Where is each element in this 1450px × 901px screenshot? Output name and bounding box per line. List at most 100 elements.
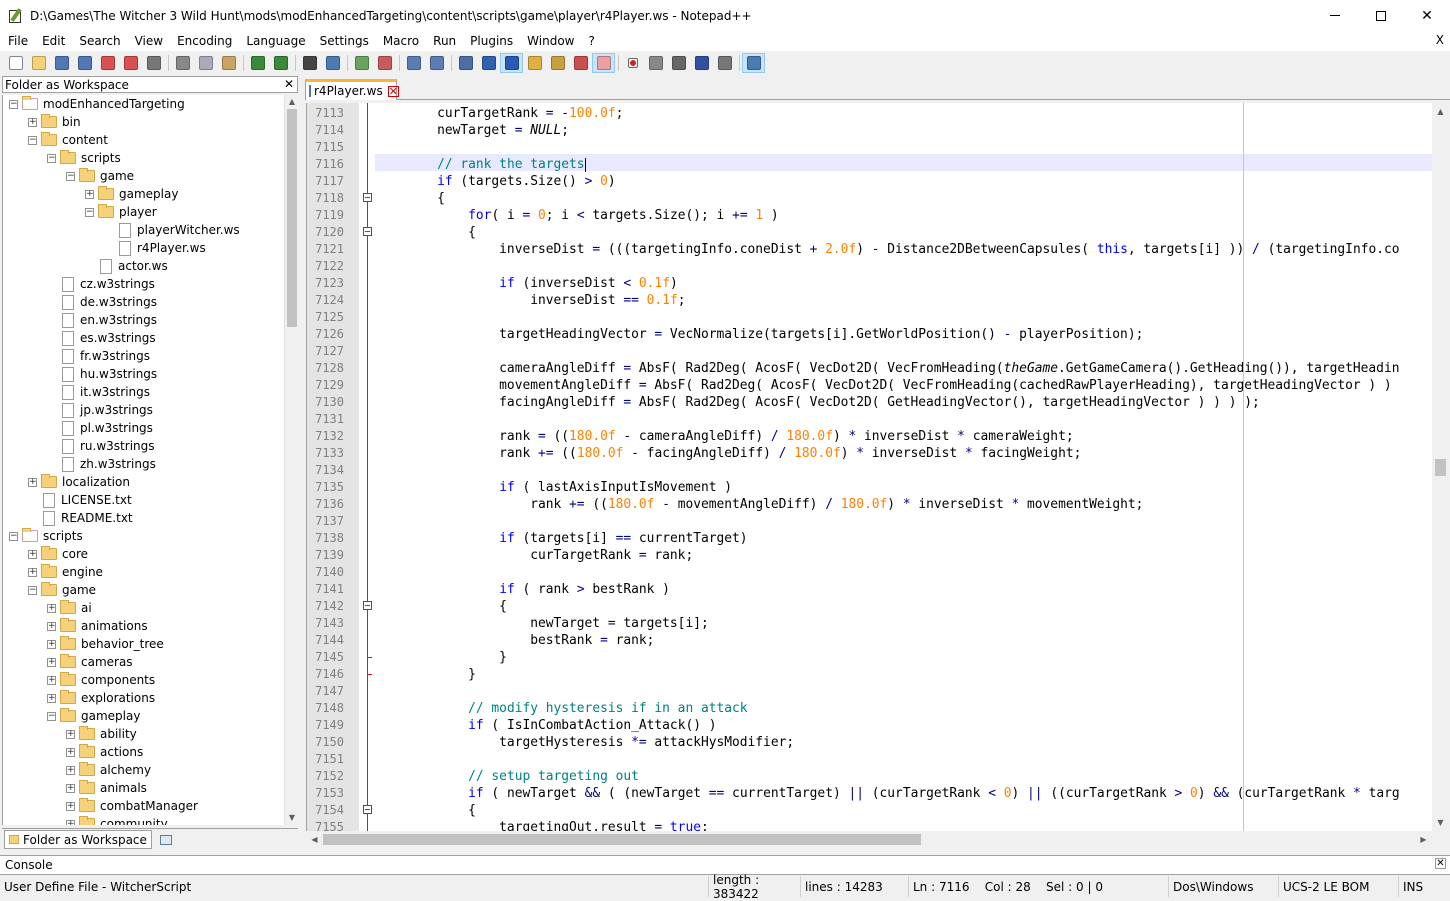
close-document-button[interactable]: X — [1436, 33, 1444, 47]
panel-close-button[interactable]: ✕ — [284, 77, 294, 91]
tree-item-readme-txt[interactable]: README.txt — [28, 509, 133, 527]
expand-icon[interactable]: + — [66, 765, 75, 775]
word-wrap-button[interactable] — [454, 53, 477, 73]
tree-item-core[interactable]: + core — [28, 545, 88, 563]
maximize-button[interactable] — [1358, 0, 1404, 31]
tree-scrollbar[interactable]: ▲ ▼ — [284, 95, 298, 825]
code-line[interactable]: // rank the targets — [375, 156, 586, 173]
undo-button[interactable] — [246, 53, 269, 73]
tree-item-playerwitcher-ws[interactable]: playerWitcher.ws — [104, 221, 240, 239]
tree-item-actions[interactable]: + actions — [66, 743, 143, 761]
expand-icon[interactable]: + — [66, 729, 75, 739]
collapse-icon[interactable]: − — [47, 711, 56, 721]
code-editor[interactable]: 7113 7114 7115 7116 7117 7118 7119 7120 7121 7122… — [306, 103, 1432, 831]
code-line[interactable]: // setup targeting out — [375, 768, 639, 785]
tab-r4player[interactable]: r4Player.ws ✕ — [305, 79, 399, 100]
collapse-icon[interactable]: − — [66, 171, 75, 181]
document-map-button[interactable] — [546, 53, 569, 73]
scroll-down-icon[interactable]: ▼ — [1432, 814, 1449, 831]
menu-window[interactable]: Window — [519, 34, 580, 48]
expand-icon[interactable]: + — [28, 477, 37, 487]
menu-help[interactable]: ? — [580, 34, 600, 48]
stop-macro-button[interactable] — [644, 53, 667, 73]
menu-view[interactable]: View — [127, 34, 169, 48]
tree-item-de-w3strings[interactable]: de.w3strings — [47, 293, 157, 311]
tree-item-cz-w3strings[interactable]: cz.w3strings — [47, 275, 155, 293]
collapse-icon[interactable]: − — [28, 585, 37, 595]
tab-function-list[interactable] — [156, 831, 176, 849]
tree-item-explorations[interactable]: + explorations — [47, 689, 155, 707]
find-button[interactable] — [298, 53, 321, 73]
expand-icon[interactable]: + — [66, 747, 75, 757]
expand-icon[interactable]: + — [85, 189, 94, 199]
tree-item-alchemy[interactable]: + alchemy — [66, 761, 151, 779]
code-line[interactable]: { — [375, 598, 507, 615]
editor-horizontal-scrollbar[interactable]: ◀ ▶ — [306, 831, 1432, 848]
menu-search[interactable]: Search — [71, 34, 126, 48]
tree-item-player[interactable]: − player — [85, 203, 157, 221]
tree-item-r4player-ws[interactable]: r4Player.ws — [104, 239, 206, 257]
minimize-button[interactable] — [1312, 0, 1358, 31]
scroll-right-icon[interactable]: ▶ — [1415, 831, 1432, 848]
tree-item-gameplay[interactable]: + gameplay — [85, 185, 178, 203]
code-line[interactable]: rank = ((180.0f - cameraAngleDiff) / 180… — [375, 428, 1073, 445]
collapse-icon[interactable]: − — [85, 207, 94, 217]
tree-item-pl-w3strings[interactable]: pl.w3strings — [47, 419, 153, 437]
expand-icon[interactable]: + — [66, 801, 75, 811]
tree-item-animals[interactable]: + animals — [66, 779, 147, 797]
code-line[interactable]: movementAngleDiff = AbsF( Rad2Deg( AcosF… — [375, 377, 1392, 394]
code-line[interactable]: if ( newTarget && ( (newTarget == curren… — [375, 785, 1399, 802]
tree-item-actor-ws[interactable]: actor.ws — [85, 257, 168, 275]
function-list-button[interactable] — [569, 53, 592, 73]
sync-vertical-button[interactable] — [402, 53, 425, 73]
print-button[interactable] — [142, 53, 165, 73]
user-language-button[interactable] — [523, 53, 546, 73]
code-line[interactable]: targetHysteresis *= attackHysModifier; — [375, 734, 794, 751]
menu-file[interactable]: File — [0, 34, 34, 48]
code-line[interactable]: inverseDist = (((targetingInfo.coneDist … — [375, 241, 1399, 258]
paste-button[interactable] — [217, 53, 240, 73]
expand-icon[interactable]: + — [28, 117, 37, 127]
code-line[interactable]: curTargetRank = rank; — [375, 547, 693, 564]
code-line[interactable]: { — [375, 190, 445, 207]
code-line[interactable]: } — [375, 649, 507, 666]
code-line[interactable]: curTargetRank = -100.0f; — [375, 105, 623, 122]
collapse-icon[interactable]: − — [9, 99, 18, 109]
code-line[interactable]: { — [375, 802, 476, 819]
tree-item-community[interactable]: + community — [66, 815, 168, 825]
cut-button[interactable] — [171, 53, 194, 73]
scroll-down-icon[interactable]: ▼ — [285, 811, 299, 825]
expand-icon[interactable]: + — [47, 639, 56, 649]
code-line[interactable]: rank += ((180.0f - facingAngleDiff) / 18… — [375, 445, 1081, 462]
tree-item-bin[interactable]: + bin — [28, 113, 81, 131]
tree-item-ru-w3strings[interactable]: ru.w3strings — [47, 437, 155, 455]
code-line[interactable]: // modify hysteresis if in an attack — [375, 700, 747, 717]
code-line[interactable]: if (inverseDist < 0.1f) — [375, 275, 678, 292]
tree-item-animations[interactable]: + animations — [47, 617, 148, 635]
expand-icon[interactable]: + — [47, 657, 56, 667]
tree-item-modenhancedtargeting[interactable]: − modEnhancedTargeting — [9, 95, 185, 113]
tree-item-scripts[interactable]: − scripts — [9, 527, 83, 545]
code-line[interactable]: newTarget = targets[i]; — [375, 615, 709, 632]
collapse-icon[interactable]: − — [47, 153, 56, 163]
tree-item-ability[interactable]: + ability — [66, 725, 137, 743]
monitoring-button[interactable] — [742, 52, 765, 73]
code-line[interactable]: newTarget = NULL; — [375, 122, 569, 139]
code-line[interactable]: rank += ((180.0f - movementAngleDiff) / … — [375, 496, 1143, 513]
menu-encoding[interactable]: Encoding — [169, 34, 238, 48]
save-button[interactable] — [50, 53, 73, 73]
tree-item-jp-w3strings[interactable]: jp.w3strings — [47, 401, 153, 419]
menu-edit[interactable]: Edit — [34, 34, 71, 48]
menu-run[interactable]: Run — [425, 34, 462, 48]
tree-item-hu-w3strings[interactable]: hu.w3strings — [47, 365, 157, 383]
expand-icon[interactable]: + — [66, 783, 75, 793]
code-line[interactable]: } — [375, 666, 476, 683]
tree-item-ai[interactable]: + ai — [47, 599, 92, 617]
tree-item-game[interactable]: − game — [66, 167, 134, 185]
open-file-button[interactable] — [27, 53, 50, 73]
expand-icon[interactable]: + — [28, 567, 37, 577]
code-line[interactable]: cameraAngleDiff = AbsF( Rad2Deg( AcosF( … — [375, 360, 1399, 377]
tree-item-fr-w3strings[interactable]: fr.w3strings — [47, 347, 150, 365]
indent-guide-button[interactable] — [500, 52, 523, 73]
new-file-button[interactable] — [4, 53, 27, 73]
